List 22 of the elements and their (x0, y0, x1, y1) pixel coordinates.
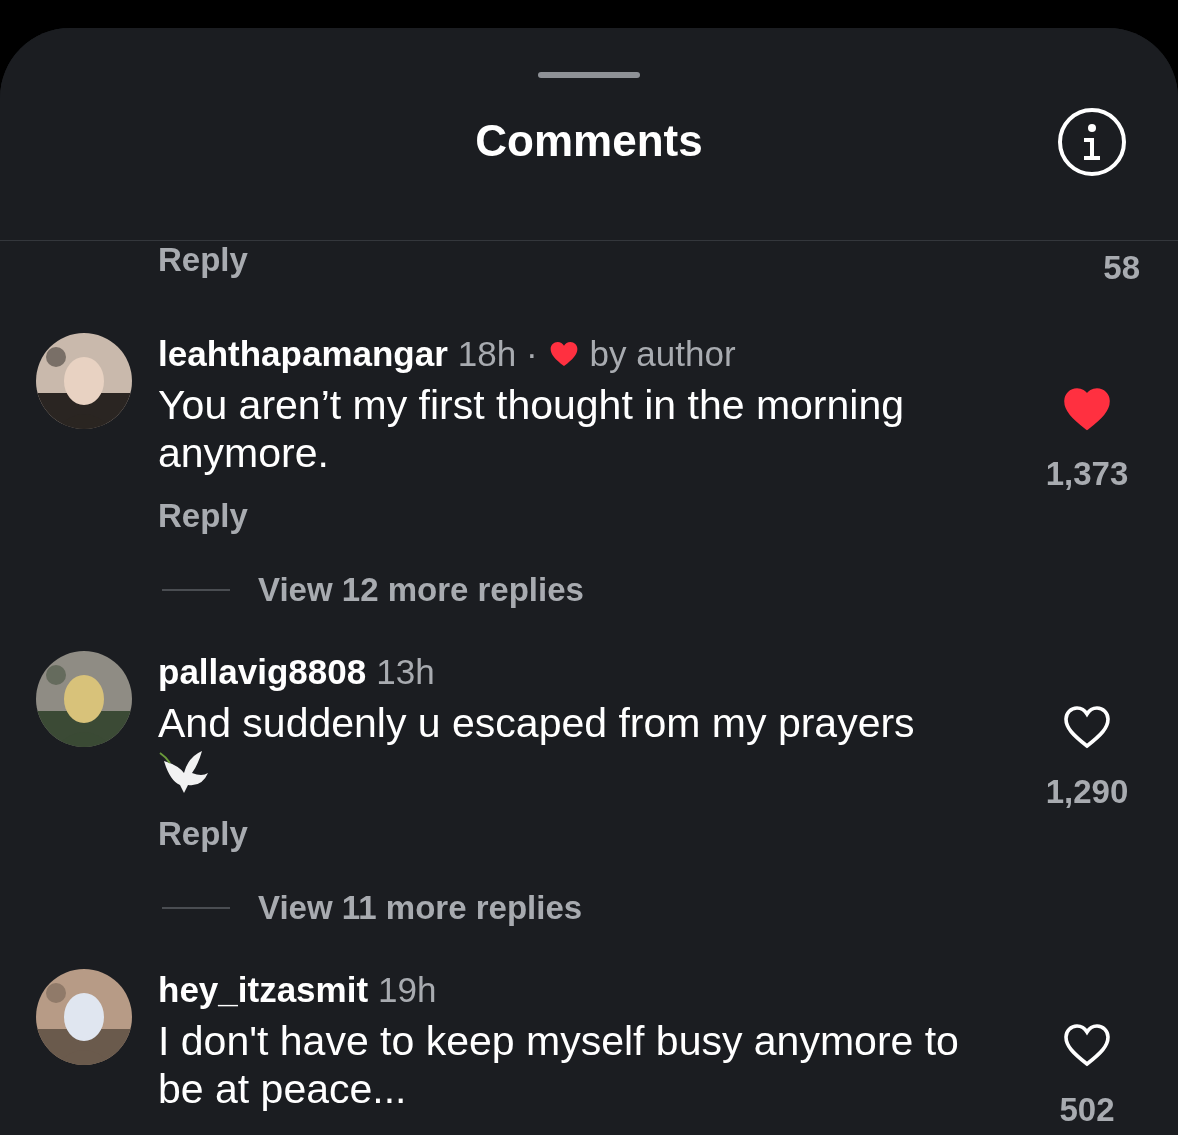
info-button[interactable] (1058, 108, 1126, 176)
reply-link[interactable]: Reply (158, 815, 248, 853)
view-replies-link[interactable]: View 11 more replies (258, 889, 583, 927)
username[interactable]: hey_itzasmit (158, 970, 369, 1010)
author-like-label: by author (589, 334, 736, 374)
reply-link[interactable]: Reply (158, 497, 248, 535)
username[interactable]: leahthapamangar (158, 334, 448, 374)
timestamp: 13h (376, 652, 435, 692)
comment-text: And suddenly u escaped from my prayers (158, 699, 916, 747)
like-count: 1,290 (1045, 773, 1129, 811)
reply-link[interactable]: Reply (158, 241, 248, 279)
timestamp: 19h (378, 970, 437, 1010)
comment-text: You aren’t my first thought in the morning anymore. (158, 381, 905, 477)
like-count: 58 (1103, 249, 1140, 287)
sheet-title: Comments (475, 116, 703, 166)
username[interactable]: pallavig8808 (158, 652, 367, 692)
drag-handle[interactable] (538, 72, 640, 78)
like-count: 502 (1059, 1091, 1115, 1129)
timestamp: 18h · (457, 334, 538, 374)
view-replies-link[interactable]: View 12 more replies (258, 571, 584, 609)
like-count: 1,373 (1045, 455, 1129, 493)
comment-text: I don't have to keep myself busy anymore to be at peace... (158, 1017, 960, 1113)
